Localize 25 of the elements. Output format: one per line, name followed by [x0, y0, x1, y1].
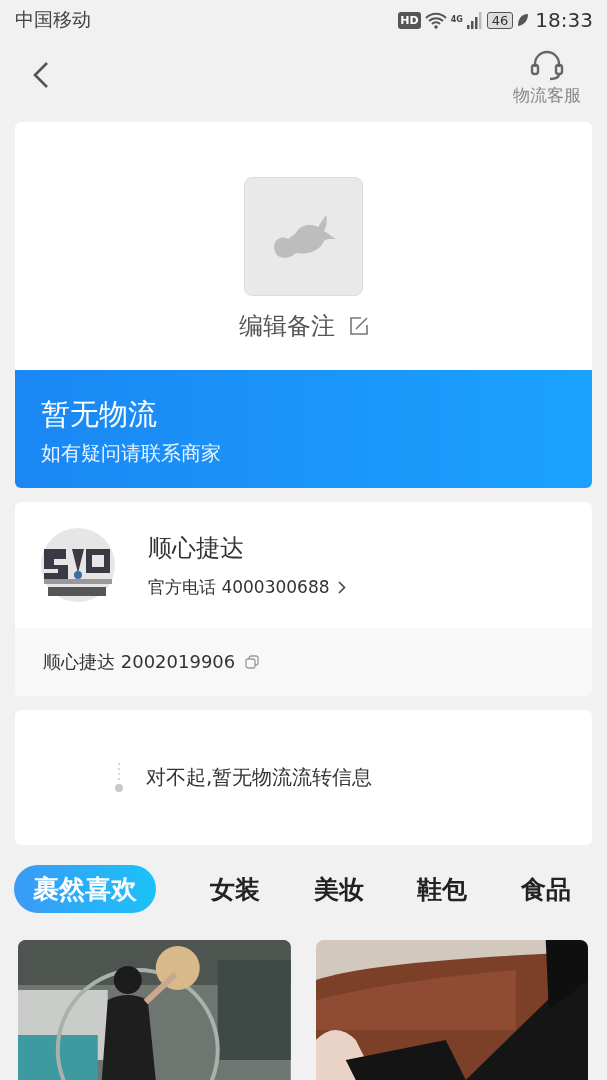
courier-name: 顺心捷达 — [148, 532, 245, 564]
carrier-name: 中国移动 — [15, 7, 91, 32]
category-tab[interactable]: 鞋包 — [417, 865, 468, 913]
phone-link[interactable]: 官方电话 4000300688 — [148, 575, 330, 599]
network-type: 4G — [450, 15, 463, 24]
hd-badge: HD — [398, 11, 421, 29]
signal-icon — [466, 11, 483, 29]
edit-icon[interactable] — [348, 316, 369, 336]
edit-note-label[interactable]: 编辑备注 — [238, 310, 335, 342]
leaf-icon — [517, 13, 530, 27]
battery-level: 46 — [486, 11, 514, 29]
status-hint: 如有疑问请联系商家 — [41, 440, 222, 467]
status-title: 暂无物流 — [41, 396, 158, 432]
category-tab[interactable]: 食品 — [521, 865, 571, 913]
timeline-dot-icon — [114, 762, 124, 793]
category-tab[interactable]: 美妆 — [313, 865, 364, 913]
copy-icon[interactable] — [245, 655, 260, 669]
wifi-icon — [424, 11, 447, 29]
headset-icon[interactable] — [529, 49, 565, 82]
tracking-number: 顺心捷达 2002019906 — [43, 650, 236, 674]
chevron-right-icon[interactable] — [337, 580, 346, 594]
category-tab[interactable]: 女装 — [209, 865, 260, 913]
empty-tracking-message: 对不起,暂无物流流转信息 — [146, 764, 373, 791]
clock-time: 18:33 — [535, 8, 593, 32]
back-icon[interactable] — [32, 61, 50, 89]
